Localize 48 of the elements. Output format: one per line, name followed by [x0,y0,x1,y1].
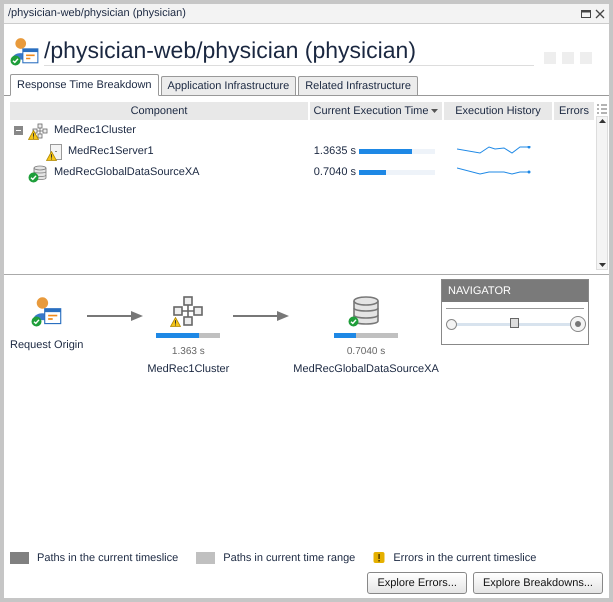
cluster-icon [172,295,204,327]
action-button[interactable]: Explore Breakdowns... [472,572,603,594]
close-icon[interactable] [595,8,605,18]
tab[interactable]: Related Infrastructure [298,76,418,96]
tab[interactable]: Response Time Breakdown [10,74,159,96]
legend-label: Paths in the current timeslice [37,550,178,566]
cluster-icon [32,122,48,138]
collapse-toggle[interactable] [14,126,23,135]
component-name: MedRec1Cluster [54,123,136,138]
warning-icon [170,317,182,327]
window-title: /physician-web/physician (physician) [8,6,186,22]
column-header[interactable]: Component [10,102,308,120]
node-time: 1.363 s [172,345,205,359]
component-name: MedRecGlobalDataSourceXA [54,165,200,180]
column-header[interactable]: Execution History [444,102,552,120]
maximize-icon[interactable] [581,8,591,18]
scroll-up-icon[interactable] [598,119,606,123]
execution-time: 1.3635 s [312,144,356,160]
slider-handle[interactable] [570,316,586,332]
navigator-title: NAVIGATOR [442,280,588,302]
legend-label: Errors in the current timeslice [393,550,536,566]
check-icon [348,316,360,327]
sort-icon [431,109,438,113]
legend-label: Paths in current time range [223,550,356,566]
arrow [233,311,290,321]
warning-icon [46,150,57,160]
column-header[interactable]: Errors [554,102,594,120]
node-time: 0.7040 s [346,345,386,359]
page-title: /physician-web/physician (physician) [44,35,534,66]
scroll-down-icon[interactable] [598,263,606,267]
node-label: MedRec1Cluster [147,362,230,377]
tab[interactable]: Application Infrastructure [160,76,296,96]
slider-handle[interactable] [446,319,457,330]
column-header[interactable]: Current Execution Time [310,102,442,120]
column-menu-icon[interactable] [596,102,608,116]
node-label: MedRecGlobalDataSourceXA [293,362,439,377]
check-icon [10,55,21,66]
arrow [87,311,144,321]
check-icon [28,172,39,182]
scrollbar[interactable] [596,116,608,270]
action-button[interactable]: Explore Errors... [367,572,467,594]
error-icon [373,551,386,564]
check-icon [30,316,42,327]
node-label: Request Origin [10,338,84,353]
warning-icon [28,130,39,140]
slider-handle[interactable] [510,318,519,328]
execution-time: 0.7040 s [312,165,356,180]
component-name: MedRec1Server1 [68,144,154,160]
